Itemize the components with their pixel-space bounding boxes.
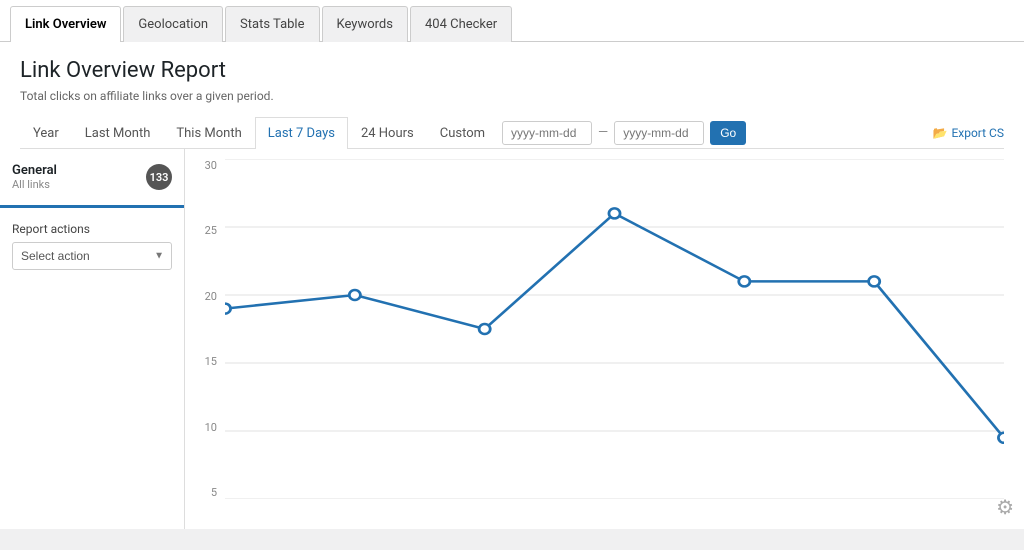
data-point-2 (479, 324, 490, 334)
export-label: Export CS (951, 126, 1004, 140)
period-tab-this-month[interactable]: This Month (163, 117, 254, 149)
period-tab-last-7-days[interactable]: Last 7 Days (255, 117, 348, 149)
period-tab-last-month[interactable]: Last Month (72, 117, 164, 149)
main-body: General All links 133 Report actions Sel… (0, 149, 1024, 529)
top-nav: Link Overview Geolocation Stats Table Ke… (0, 0, 1024, 42)
page-content: Link Overview Report Total clicks on aff… (0, 42, 1024, 149)
date-start-input[interactable] (502, 121, 592, 145)
go-button[interactable]: Go (710, 121, 746, 145)
links-badge: 133 (146, 164, 172, 190)
period-tab-year[interactable]: Year (20, 117, 72, 149)
app-wrapper: Link Overview Geolocation Stats Table Ke… (0, 0, 1024, 550)
data-point-6 (998, 433, 1004, 443)
y-label-25: 25 (195, 224, 217, 237)
y-axis-labels: 30 25 20 15 10 5 (195, 159, 217, 499)
group-name: General (12, 163, 57, 178)
export-icon: 📂 (932, 126, 947, 140)
line-chart (225, 159, 1004, 499)
y-label-20: 20 (195, 290, 217, 303)
action-select-wrapper: Select action Export CSV Export PDF ▼ (12, 242, 172, 270)
page-title: Link Overview Report (20, 58, 1004, 83)
group-sub: All links (12, 178, 57, 191)
page-subtitle: Total clicks on affiliate links over a g… (20, 89, 1004, 103)
date-separator: — (598, 125, 608, 140)
period-tab-custom[interactable]: Custom (427, 117, 498, 149)
action-select[interactable]: Select action Export CSV Export PDF (12, 242, 172, 270)
report-actions-label: Report actions (12, 222, 172, 236)
tab-stats-table[interactable]: Stats Table (225, 6, 319, 42)
data-point-5 (869, 276, 880, 286)
report-actions-section: Report actions Select action Export CSV … (0, 222, 184, 270)
tab-keywords[interactable]: Keywords (322, 6, 408, 42)
data-point-0 (225, 304, 231, 314)
tab-link-overview[interactable]: Link Overview (10, 6, 121, 42)
period-tab-24-hours[interactable]: 24 Hours (348, 117, 427, 149)
y-label-30: 30 (195, 159, 217, 172)
sidebar-group-general[interactable]: General All links 133 (0, 163, 184, 208)
chart-svg-wrapper (225, 159, 1004, 499)
custom-date-range: — Go (502, 121, 746, 145)
chart-area: 30 25 20 15 10 5 (185, 149, 1024, 529)
data-point-1 (349, 290, 360, 300)
tab-404-checker[interactable]: 404 Checker (410, 6, 512, 42)
y-label-10: 10 (195, 421, 217, 434)
sidebar: General All links 133 Report actions Sel… (0, 149, 185, 529)
gear-icon[interactable]: ⚙ (996, 495, 1014, 519)
y-label-15: 15 (195, 355, 217, 368)
chart-line (225, 213, 1004, 437)
period-tabs: Year Last Month This Month Last 7 Days 2… (20, 117, 1004, 149)
tab-geolocation[interactable]: Geolocation (123, 6, 223, 42)
y-label-5: 5 (195, 486, 217, 499)
data-point-4 (739, 276, 750, 286)
sidebar-group-info: General All links (12, 163, 57, 191)
date-end-input[interactable] (614, 121, 704, 145)
export-csv-button[interactable]: 📂 Export CS (924, 118, 1004, 148)
data-point-3 (609, 208, 620, 218)
